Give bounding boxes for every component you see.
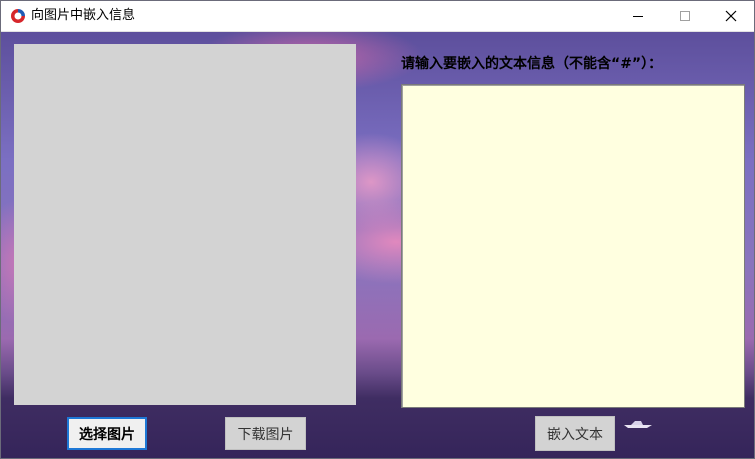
close-button[interactable] [708,1,754,31]
boat-decoration-icon [624,421,652,428]
image-preview-panel [14,44,356,405]
maximize-icon [680,11,690,21]
embed-text-button[interactable]: 嵌入文本 [535,416,615,451]
maximize-button[interactable] [662,1,708,31]
close-icon [725,10,737,22]
select-image-button[interactable]: 选择图片 [67,417,147,450]
minimize-button[interactable] [615,1,661,31]
title-bar[interactable]: 向图片中嵌入信息 [1,1,754,32]
app-window: 向图片中嵌入信息 请输入要嵌入的文本信息（不能含“#”）： 选择图片 下载图片 … [0,0,755,459]
window-client-area: 请输入要嵌入的文本信息（不能含“#”）： 选择图片 下载图片 嵌入文本 [1,32,754,458]
embed-text-input[interactable] [401,84,745,408]
text-input-label: 请输入要嵌入的文本信息（不能含“#”）： [401,56,663,72]
download-image-button[interactable]: 下载图片 [225,417,306,450]
app-logo-icon [11,9,25,23]
window-title: 向图片中嵌入信息 [31,8,136,23]
minimize-icon [633,16,643,17]
